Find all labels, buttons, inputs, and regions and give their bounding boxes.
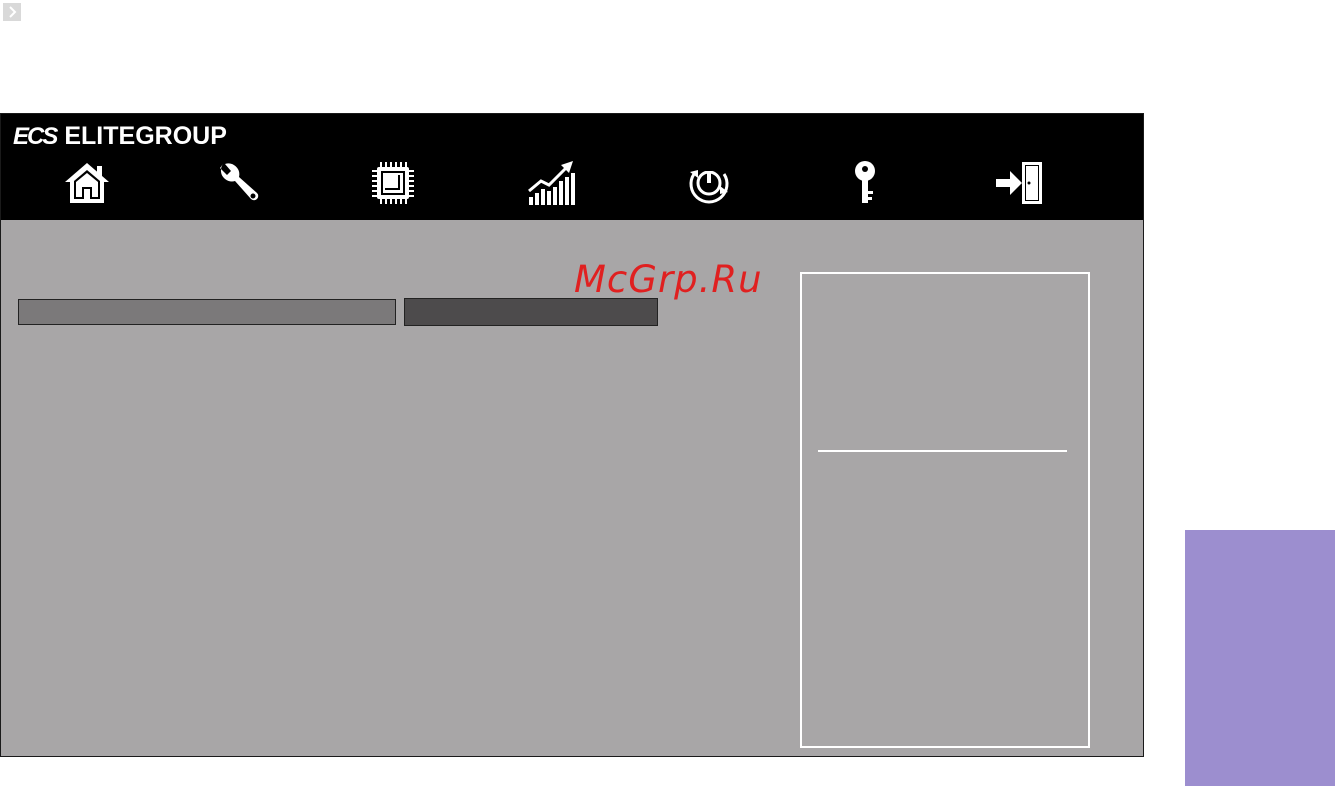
brand-name: ELITEGROUP [64,122,227,150]
brand-logo: ECS ELITEGROUP [13,122,227,151]
key-icon [855,161,875,203]
expand-arrow-button[interactable] [3,3,21,21]
exit-icon [996,162,1042,204]
nav-item-power[interactable] [679,158,739,208]
bios-header: ECS ELITEGROUP [1,114,1143,220]
side-tab [1185,530,1335,786]
wrench-icon [220,163,259,201]
setting-label-field[interactable] [18,299,396,325]
help-panel [800,272,1090,748]
watermark: McGrp.Ru [574,258,763,301]
nav-item-main[interactable] [57,158,117,208]
setting-value-field[interactable] [404,298,658,326]
help-divider [818,450,1067,452]
ecs-logo-mark: ECS [13,122,58,150]
nav-item-advanced[interactable] [209,158,269,208]
nav-item-security[interactable] [835,158,895,208]
performance-chart-icon [528,161,575,205]
chip-icon [372,162,414,204]
main-nav [1,158,1143,208]
nav-item-performance[interactable] [521,158,581,208]
nav-item-exit[interactable] [989,158,1049,208]
nav-item-chipset[interactable] [363,158,423,208]
power-icon [689,168,729,204]
home-icon [65,163,109,203]
bios-window: ECS ELITEGROUP [0,113,1144,757]
chevron-right-icon [9,6,17,18]
